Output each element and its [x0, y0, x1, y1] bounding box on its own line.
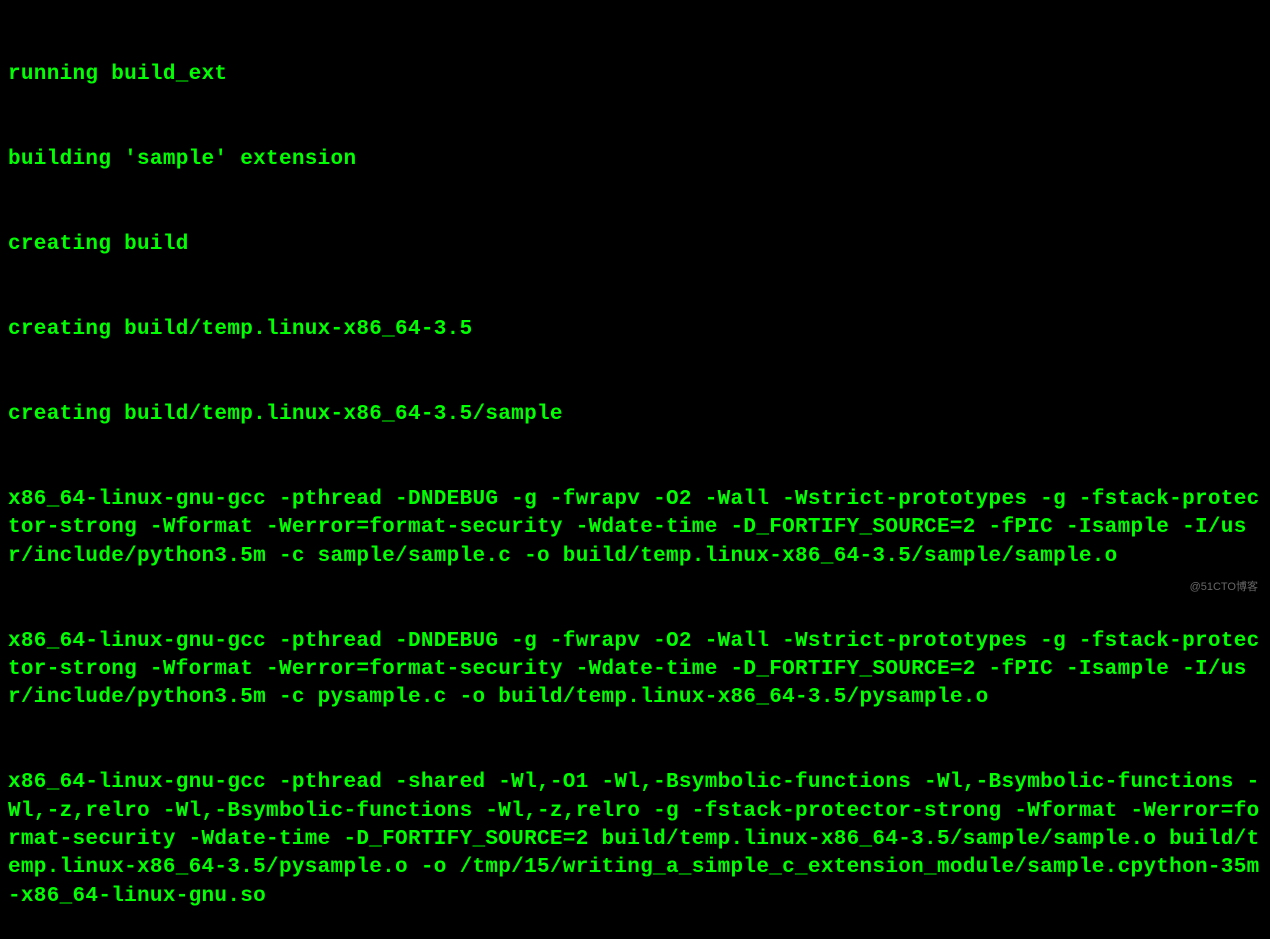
terminal-line: x86_64-linux-gnu-gcc -pthread -DNDEBUG -…: [8, 628, 1262, 713]
terminal-line: x86_64-linux-gnu-gcc -pthread -DNDEBUG -…: [8, 486, 1262, 571]
terminal-line: creating build: [8, 231, 1262, 259]
watermark: @51CTO博客: [1190, 580, 1258, 595]
terminal-line: x86_64-linux-gnu-gcc -pthread -shared -W…: [8, 769, 1262, 911]
terminal-line: creating build/temp.linux-x86_64-3.5/sam…: [8, 401, 1262, 429]
terminal-line: building 'sample' extension: [8, 146, 1262, 174]
terminal-line: running build_ext: [8, 61, 1262, 89]
terminal-line: creating build/temp.linux-x86_64-3.5: [8, 316, 1262, 344]
terminal-output: running build_ext building 'sample' exte…: [8, 4, 1262, 939]
